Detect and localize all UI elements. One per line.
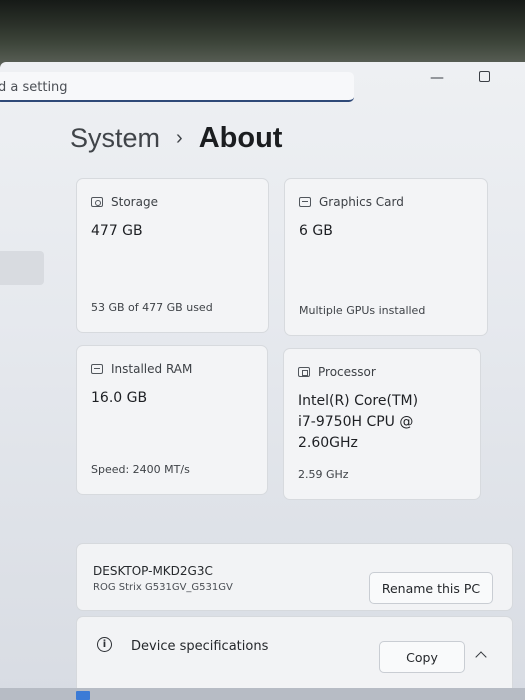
graphics-card-icon	[299, 197, 311, 207]
installed-ram-value: 16.0 GB	[91, 390, 148, 406]
info-icon: i	[97, 637, 112, 652]
graphics-card-value: 6 GB	[299, 223, 333, 239]
storage-value: 477 GB	[91, 223, 143, 239]
graphics-card-header: Graphics Card	[299, 195, 404, 209]
ram-icon	[91, 364, 103, 374]
graphics-card-card[interactable]: Graphics Card 6 GB Multiple GPUs install…	[284, 178, 488, 336]
storage-usage: 53 GB of 477 GB used	[91, 301, 213, 314]
installed-ram-title: Installed RAM	[111, 362, 193, 376]
copy-button[interactable]: Copy	[379, 641, 465, 673]
desktop-wallpaper	[0, 0, 525, 70]
storage-header: Storage	[91, 195, 158, 209]
start-icon[interactable]	[76, 691, 90, 700]
processor-line-3: 2.60GHz	[298, 435, 358, 451]
storage-icon	[91, 197, 103, 207]
search-input[interactable]: d a setting	[0, 72, 354, 102]
page-title: About	[198, 122, 283, 154]
processor-speed: 2.59 GHz	[298, 468, 349, 481]
device-specifications-row[interactable]: i Device specifications Copy	[76, 616, 513, 696]
graphics-card-note: Multiple GPUs installed	[299, 304, 426, 317]
device-specifications-label: Device specifications	[131, 639, 269, 654]
pc-name: DESKTOP-MKD2G3C	[93, 564, 213, 578]
processor-icon	[298, 367, 310, 377]
storage-card[interactable]: Storage 477 GB 53 GB of 477 GB used	[76, 178, 269, 333]
chevron-right-icon: ›	[176, 127, 183, 149]
processor-line-2: i7-9750H CPU @	[298, 414, 414, 430]
processor-value: Intel(R) Core(TM) i7-9750H CPU @ 2.60GHz	[298, 391, 418, 454]
processor-header: Processor	[298, 365, 376, 379]
ram-speed: Speed: 2400 MT/s	[91, 463, 190, 476]
processor-card[interactable]: Processor Intel(R) Core(TM) i7-9750H CPU…	[283, 348, 481, 500]
installed-ram-card[interactable]: Installed RAM 16.0 GB Speed: 2400 MT/s	[76, 345, 268, 495]
processor-line-1: Intel(R) Core(TM)	[298, 393, 419, 409]
maximize-button[interactable]	[479, 71, 490, 82]
breadcrumb: System › About	[70, 122, 282, 155]
pc-model: ROG Strix G531GV_G531GV	[93, 582, 233, 593]
graphics-card-title: Graphics Card	[319, 195, 404, 209]
minimize-button[interactable]: —	[430, 70, 444, 86]
rename-pc-button[interactable]: Rename this PC	[369, 572, 493, 604]
processor-title: Processor	[318, 365, 376, 379]
storage-title: Storage	[111, 195, 158, 209]
device-name-row: DESKTOP-MKD2G3C ROG Strix G531GV_G531GV …	[76, 543, 513, 611]
sidebar-selected-item[interactable]	[0, 251, 44, 285]
breadcrumb-system[interactable]: System	[70, 123, 160, 154]
installed-ram-header: Installed RAM	[91, 362, 192, 376]
